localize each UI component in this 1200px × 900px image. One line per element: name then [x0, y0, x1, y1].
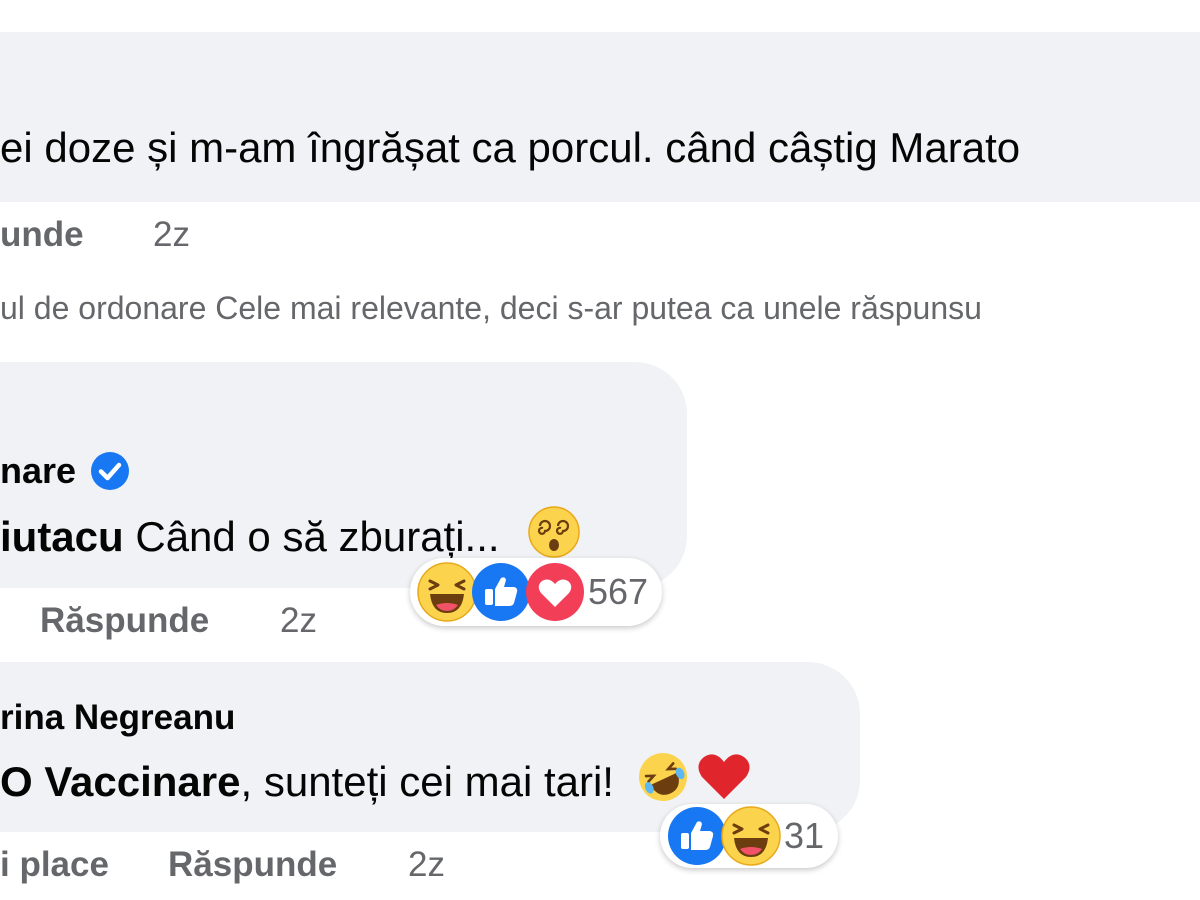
comment-timestamp[interactable]: 2z — [153, 215, 190, 255]
verified-badge-icon — [90, 451, 130, 491]
reply-timestamp[interactable]: 2z — [280, 601, 317, 641]
reaction-summary[interactable]: 31 — [660, 804, 839, 868]
like-button[interactable]: i place — [0, 845, 109, 885]
mention-link[interactable]: O Vaccinare — [0, 758, 241, 806]
reply-button[interactable]: unde — [0, 215, 84, 255]
reply-text: , sunteți cei mai tari! — [240, 758, 626, 805]
laughing-icon — [416, 561, 478, 623]
reply-author-name[interactable]: rina Negreanu — [0, 698, 235, 738]
reply-button[interactable]: Răspunde — [168, 845, 337, 885]
reply-author-name[interactable]: nare — [0, 450, 76, 492]
reply-author-row: nare — [0, 450, 130, 492]
reply-timestamp[interactable]: 2z — [408, 845, 445, 885]
reaction-count: 567 — [588, 571, 649, 612]
love-icon — [524, 561, 586, 623]
sort-notice: ul de ordonare Cele mai relevante, deci … — [0, 290, 982, 326]
like-icon — [666, 805, 728, 867]
reaction-count: 31 — [784, 815, 825, 856]
comment-text: ei doze și m-am îngrășat ca porcul. când… — [0, 124, 1021, 171]
reaction-summary[interactable]: 567 — [410, 558, 663, 626]
reply-text: Când o să zburați... — [123, 513, 512, 560]
reply-button[interactable]: Răspunde — [40, 601, 209, 641]
reply-text-row: O Vaccinare , sunteți cei mai tari! — [0, 750, 752, 814]
laughing-icon — [720, 805, 782, 867]
mention-link[interactable]: iutacu — [0, 513, 124, 561]
like-icon — [470, 561, 532, 623]
comment-bubble — [0, 32, 1200, 202]
